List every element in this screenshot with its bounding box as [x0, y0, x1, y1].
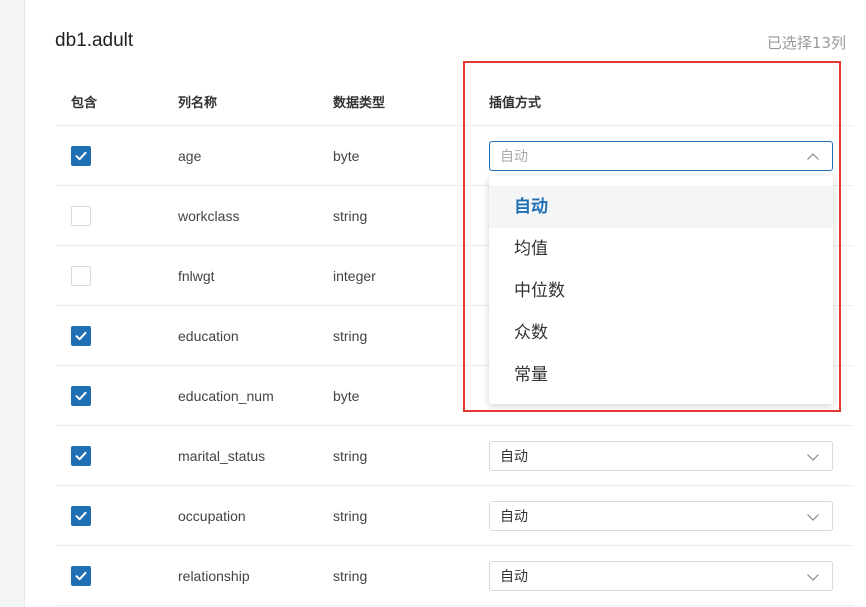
column-name: education_num — [178, 388, 274, 404]
header-include: 包含 — [71, 96, 98, 111]
include-checkbox[interactable] — [71, 386, 91, 406]
data-type: string — [333, 568, 368, 584]
data-type: string — [333, 508, 368, 524]
table-row: relationship string 自动 — [56, 546, 854, 606]
data-type: string — [333, 208, 368, 224]
data-type: integer — [333, 268, 376, 284]
include-cell — [71, 186, 91, 246]
include-cell — [71, 126, 91, 186]
include-checkbox[interactable] — [71, 566, 91, 586]
include-cell — [71, 306, 91, 366]
check-icon — [74, 449, 88, 463]
dataset-title: db1.adult — [55, 30, 134, 51]
dropdown-option[interactable]: 常量 — [489, 354, 833, 396]
include-cell — [71, 546, 91, 606]
header-data-type: 数据类型 — [333, 96, 386, 111]
include-checkbox[interactable] — [71, 146, 91, 166]
table-row: marital_status string 自动 — [56, 426, 854, 486]
chevron-down-icon — [806, 570, 820, 584]
impute-method-select[interactable]: 自动 — [489, 141, 833, 171]
data-type: byte — [333, 388, 360, 404]
selected-count: 已选择13列 — [766, 34, 846, 52]
column-name: workclass — [178, 208, 240, 224]
column-name: marital_status — [178, 448, 266, 464]
include-cell — [71, 426, 91, 486]
impute-method-select[interactable]: 自动 — [489, 501, 833, 531]
include-cell — [71, 366, 91, 426]
data-type: string — [333, 328, 368, 344]
impute-method-value: 自动 — [500, 509, 528, 525]
include-checkbox[interactable] — [71, 206, 91, 226]
column-name: age — [178, 148, 202, 164]
dropdown-option[interactable]: 中位数 — [489, 270, 833, 312]
impute-method-select[interactable]: 自动 — [489, 561, 833, 591]
chevron-up-icon — [806, 150, 820, 164]
check-icon — [74, 389, 88, 403]
impute-method-select[interactable]: 自动 — [489, 441, 833, 471]
column-name: fnlwgt — [178, 268, 215, 284]
dropdown-option[interactable]: 众数 — [489, 312, 833, 354]
header-impute-method: 插值方式 — [489, 96, 542, 111]
impute-method-dropdown: 自动 均值 中位数 众数 常量 — [489, 176, 833, 404]
check-icon — [74, 329, 88, 343]
include-cell — [71, 246, 91, 306]
impute-method-value: 自动 — [500, 569, 528, 585]
include-checkbox[interactable] — [71, 446, 91, 466]
dropdown-option[interactable]: 自动 — [489, 186, 833, 228]
header-column-name: 列名称 — [178, 96, 218, 111]
data-type: byte — [333, 148, 360, 164]
check-icon — [74, 149, 88, 163]
table-header: 包含 列名称 数据类型 插值方式 — [56, 70, 854, 126]
include-checkbox[interactable] — [71, 266, 91, 286]
column-name: relationship — [178, 568, 250, 584]
data-type: string — [333, 448, 368, 464]
include-cell — [71, 486, 91, 546]
impute-method-value: 自动 — [500, 449, 528, 465]
column-name: education — [178, 328, 239, 344]
include-checkbox[interactable] — [71, 506, 91, 526]
check-icon — [74, 569, 88, 583]
chevron-down-icon — [806, 450, 820, 464]
table-row: occupation string 自动 — [56, 486, 854, 546]
dropdown-option[interactable]: 均值 — [489, 228, 833, 270]
include-checkbox[interactable] — [71, 326, 91, 346]
impute-method-value: 自动 — [500, 149, 528, 165]
check-icon — [74, 509, 88, 523]
chevron-down-icon — [806, 510, 820, 524]
column-name: occupation — [178, 508, 246, 524]
